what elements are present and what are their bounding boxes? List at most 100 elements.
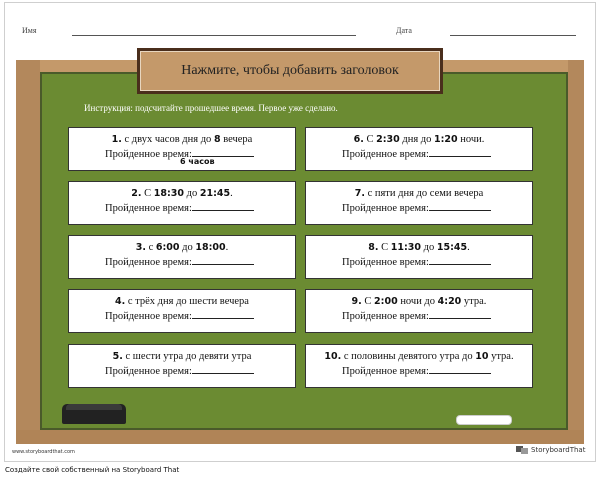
question-number: 10. [324,351,342,362]
question-card: 9. С 2:00 ночи до 4:20 утра. Пройденное в… [305,289,533,333]
question-number: 4. [115,296,126,307]
question-text: 10. с половины девятого утра до 10 утра. [306,350,532,363]
question-text: 3. с 6:00 до 18:00. [69,241,295,254]
date-line[interactable] [450,35,576,36]
question-time: 10 [475,351,489,362]
answer-row: Пройденное время: [105,309,254,323]
question-text: 2. С 18:30 до 21:45. [69,187,295,200]
answer-label: Пройденное время: [342,149,429,160]
answer-row: Пройденное время: [342,309,491,323]
answer-label: Пройденное время: [342,311,429,322]
answer-blank[interactable] [191,255,254,265]
question-time: 18:00 [195,242,226,253]
question-text: 5. с шести утра до девяти утра [69,350,295,363]
question-phrase: с шести утра до девяти утра [125,351,252,362]
question-time: 2:00 [374,296,398,307]
question-card: 4. с трёх дня до шести вечера Пройденное … [68,289,296,333]
question-phrase: с трёх дня до шести вечера [127,296,249,307]
question-card: 10. с половины девятого утра до 10 утра.… [305,344,533,388]
question-number: 1. [111,134,122,145]
question-phrase: с двух часов дня до [124,134,214,145]
question-number: 8. [368,242,379,253]
name-label: Имя [22,26,37,35]
question-phrase: вечера [220,134,253,145]
question-time: 11:30 [390,242,422,253]
question-card: 1. с двух часов дня до 8 вечера Пройденно… [68,127,296,171]
storyboardthat-logo[interactable]: StoryboardThat [516,444,585,456]
answer-label: Пройденное время: [105,311,192,322]
question-phrase: . [230,188,233,199]
question-number: 3. [135,242,146,253]
chalk-icon [456,415,512,425]
question-time: 15:45 [436,242,468,253]
question-time: 8 [213,134,221,145]
question-phrase: утра. [488,351,514,362]
question-phrase: С [381,242,391,253]
title-plaque[interactable]: Нажмите, чтобы добавить заголовок [137,48,443,94]
answer-blank[interactable] [428,364,491,374]
date-label: Дата [396,26,412,35]
answer-row: Пройденное время: [105,255,254,269]
answer-label: Пройденное время: [105,149,192,160]
answer-blank[interactable] [428,309,491,319]
question-phrase: дня до [399,134,434,145]
frame-bevel-right [568,60,584,444]
answer-label: Пройденное время: [105,257,192,268]
question-card: 7. с пяти дня до семи вечера Пройденное в… [305,181,533,225]
question-number: 6. [353,134,364,145]
logo-text: StoryboardThat [531,446,586,454]
answer-blank[interactable] [191,201,254,211]
frame-bevel-left [16,60,40,444]
eraser-top [66,404,122,410]
question-time: 18:30 [153,188,185,199]
answer-row: Пройденное время: [342,147,491,161]
answer-label: Пройденное время: [342,366,429,377]
answer-row: Пройденное время: [105,201,254,215]
question-card: 3. с 6:00 до 18:00. Пройденное время: [68,235,296,279]
bottom-caption[interactable]: Создайте свой собственный на Storyboard … [5,466,179,474]
question-text: 1. с двух часов дня до 8 вечера [69,133,295,146]
answer-blank[interactable] [428,201,491,211]
question-phrase: ночи до [397,296,438,307]
answer-blank[interactable] [191,364,254,374]
footer-url[interactable]: www.storyboardthat.com [12,449,75,455]
question-phrase: С [144,188,154,199]
answer-row: Пройденное время: [342,364,491,378]
question-text: 4. с трёх дня до шести вечера [69,295,295,308]
question-text: 8. С 11:30 до 15:45. [306,241,532,254]
answer-label: Пройденное время: [342,257,429,268]
question-card: 2. С 18:30 до 21:45. Пройденное время: [68,181,296,225]
answer-blank[interactable] [428,147,491,157]
question-phrase: . [467,242,470,253]
question-card: 5. с шести утра до девяти утра Пройденное… [68,344,296,388]
answer-label: Пройденное время: [105,203,192,214]
question-number: 9. [351,296,362,307]
question-phrase: С [366,134,377,145]
instructions: Инструкция: подсчитайте прошедшее время.… [84,103,338,113]
name-line[interactable] [72,35,356,36]
question-time: 1:20 [434,134,458,145]
answer-label: Пройденное время: [342,203,429,214]
question-phrase: до [421,242,437,253]
question-time: 4:20 [437,296,462,307]
question-number: 2. [131,188,142,199]
question-phrase: до [184,188,200,199]
question-phrase: до [179,242,196,253]
answer-blank[interactable] [191,309,254,319]
answer-row: Пройденное время: [342,201,491,215]
question-phrase: С [364,296,375,307]
logo-icon [516,446,528,454]
answer-row: Пройденное время: [342,255,491,269]
question-number: 7. [354,188,365,199]
frame-bevel-bottom [16,430,584,444]
question-phrase: утра. [461,296,487,307]
page-title[interactable]: Нажмите, чтобы добавить заголовок [140,51,440,91]
question-card: 8. С 11:30 до 15:45. Пройденное время: [305,235,533,279]
question-text: 6. С 2:30 дня до 1:20 ночи. [306,133,532,146]
answer-label: Пройденное время: [105,366,192,377]
question-card: 6. С 2:30 дня до 1:20 ночи. Пройденное вр… [305,127,533,171]
question-time: 6:00 [155,242,180,253]
question-text: 9. С 2:00 ночи до 4:20 утра. [306,295,532,308]
question-text: 7. с пяти дня до семи вечера [306,187,532,200]
answer-blank[interactable] [428,255,491,265]
